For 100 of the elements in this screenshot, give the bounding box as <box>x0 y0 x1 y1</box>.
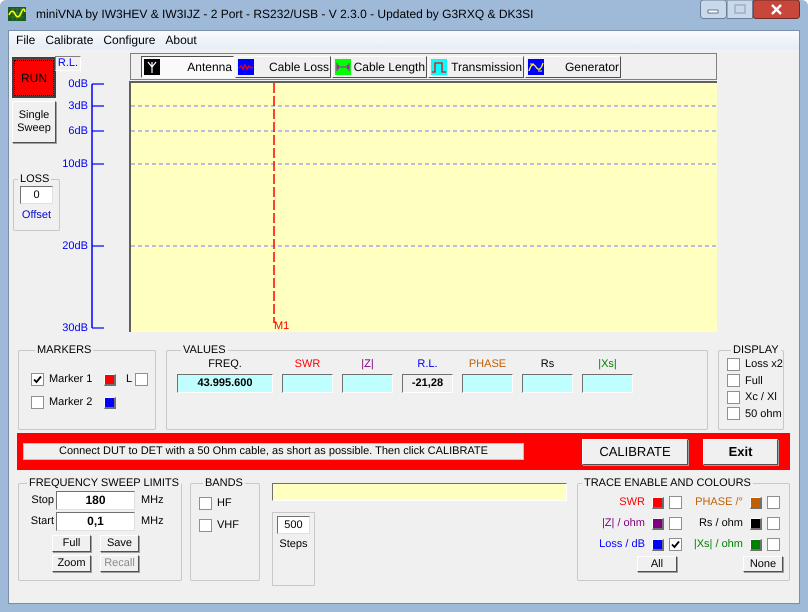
single-sweep-button[interactable]: Single Sweep <box>12 101 56 143</box>
checkbox[interactable] <box>668 538 682 551</box>
group-title: DISPLAY <box>732 344 780 356</box>
tab-icon <box>238 59 254 75</box>
checkbox-label: 50 ohm <box>745 406 782 422</box>
axis-label: 30dB <box>61 322 88 334</box>
value-label: Rs <box>540 357 554 371</box>
checkbox[interactable] <box>668 517 682 530</box>
value-label: SWR <box>294 357 320 371</box>
checkbox[interactable] <box>668 496 682 509</box>
value-label: PHASE <box>468 357 506 371</box>
sweep-button[interactable]: Save <box>100 535 139 552</box>
checkbox-label: L <box>126 372 132 388</box>
checkbox[interactable] <box>727 390 740 404</box>
exit-button[interactable]: Exit <box>703 438 778 464</box>
window-title: miniVNA by IW3HEV & IW3IJZ - 2 Port - RS232/USB - V 2.3.0 - Updated by G3RXQ & DK3SI <box>36 7 534 22</box>
axis-label: 3dB <box>67 100 88 112</box>
value-field <box>342 374 393 393</box>
checkbox[interactable] <box>727 407 740 420</box>
checkbox[interactable] <box>135 373 148 386</box>
offset-field[interactable]: 0 <box>20 186 53 204</box>
checkbox[interactable] <box>31 373 44 386</box>
checkbox-label: Loss x2 <box>745 357 783 372</box>
checkbox[interactable] <box>766 538 780 551</box>
tab[interactable]: Generator <box>525 56 621 78</box>
value-field <box>582 374 633 393</box>
tab-icon <box>528 59 544 75</box>
close-icon[interactable] <box>753 0 800 19</box>
checkbox-label: Xc / Xl <box>745 390 777 405</box>
checkbox-label: Marker 2 <box>49 395 94 410</box>
value-field <box>522 374 573 393</box>
field-label: Start <box>30 514 55 530</box>
color-swatch[interactable] <box>104 396 116 408</box>
calibration-message: Connect DUT to DET with a 50 Ohm cable, as short as possible. Then click CALIBRATE <box>23 443 524 460</box>
offset-label: Offset <box>22 208 52 223</box>
group-title: VALUES <box>182 344 227 356</box>
tab[interactable]: Cable Length <box>332 56 427 78</box>
checkbox-label: VHF <box>216 518 239 533</box>
unit-label: MHz <box>141 493 164 508</box>
checkbox[interactable] <box>31 396 44 409</box>
checkbox[interactable] <box>198 496 212 510</box>
group-title: TRACE ENABLE AND COLOURS <box>582 477 752 489</box>
color-swatch[interactable] <box>652 518 664 530</box>
color-swatch[interactable] <box>750 496 762 508</box>
run-button[interactable]: RUN <box>12 57 56 98</box>
tab-icon <box>335 59 351 75</box>
tab-icon <box>144 59 160 75</box>
menu-item[interactable]: File <box>11 32 40 48</box>
group-title: LOSS <box>19 173 50 185</box>
value-field <box>282 374 333 393</box>
tab[interactable]: Cable Loss <box>235 56 331 78</box>
checkbox-label: Full <box>745 374 763 388</box>
trace-label: Rs / ohm <box>698 516 743 532</box>
value-field: -21,28 <box>402 374 453 393</box>
menu-item[interactable]: About <box>160 32 202 48</box>
trace-label: |Xs| / ohm <box>694 537 743 552</box>
unit-label: MHz <box>141 514 164 530</box>
group-title: BANDS <box>204 477 244 489</box>
field-label: Stop <box>30 493 55 508</box>
minimize-icon[interactable] <box>700 0 727 19</box>
color-swatch[interactable] <box>652 496 664 508</box>
axis-label: 0dB <box>67 78 88 90</box>
trace-button[interactable]: None <box>742 556 783 572</box>
color-swatch[interactable] <box>104 374 116 386</box>
steps-field[interactable]: 500 <box>276 516 310 534</box>
checkbox[interactable] <box>766 517 780 530</box>
tab-icon <box>431 59 447 75</box>
checkbox[interactable] <box>766 496 780 509</box>
trace-button[interactable]: All <box>636 556 677 572</box>
group-title: MARKERS <box>36 344 92 356</box>
checkbox-label: HF <box>216 496 232 511</box>
menu-item[interactable]: Configure <box>98 32 160 48</box>
tab[interactable]: Transmission <box>428 56 524 78</box>
tab[interactable]: Antenna <box>141 56 234 78</box>
checkbox[interactable] <box>727 358 740 371</box>
maximize-icon[interactable] <box>727 0 753 19</box>
calibrate-button[interactable]: CALIBRATE <box>582 438 688 464</box>
axis-label: 20dB <box>61 240 88 252</box>
steps-label: Steps <box>279 537 308 552</box>
color-swatch[interactable] <box>652 538 664 550</box>
sweep-button[interactable]: Full <box>52 535 91 552</box>
axis-label: 10dB <box>61 158 88 170</box>
color-swatch[interactable] <box>750 518 762 530</box>
value-label: |Xs| <box>598 357 617 371</box>
frequency-field[interactable]: 180 <box>56 491 135 510</box>
value-label: R.L. <box>417 357 438 371</box>
axis-label: 6dB <box>67 125 88 137</box>
checkbox[interactable] <box>198 518 212 532</box>
value-field <box>462 374 513 393</box>
checkbox-label: Marker 1 <box>49 372 94 388</box>
value-field: 43.995.600 <box>177 374 273 393</box>
frequency-field[interactable]: 0,1 <box>56 512 135 531</box>
trace-label: Loss / dB <box>599 537 645 552</box>
sweep-button[interactable]: Zoom <box>52 555 91 572</box>
checkbox[interactable] <box>727 374 740 388</box>
menu-item[interactable]: Calibrate <box>40 32 98 48</box>
scale-title: R.L. <box>55 56 81 71</box>
app-icon <box>8 7 26 21</box>
color-swatch[interactable] <box>750 538 762 550</box>
trace-label: |Z| / ohm <box>602 516 645 532</box>
